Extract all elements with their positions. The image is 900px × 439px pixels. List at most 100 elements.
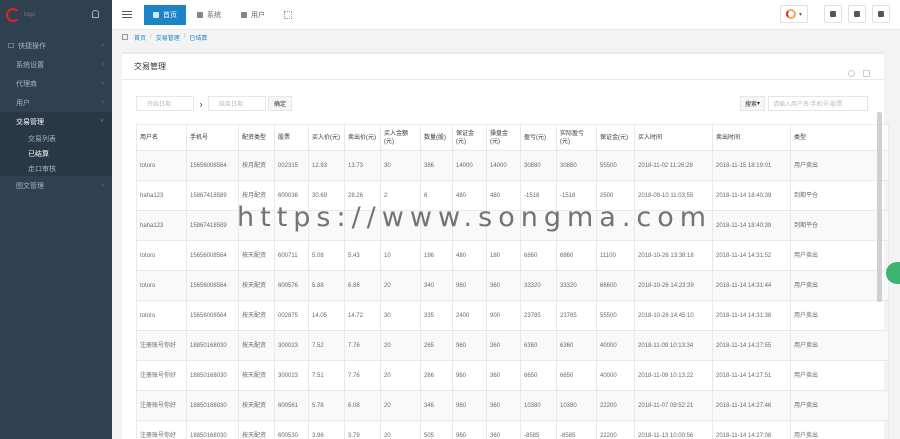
table-cell: 6360 [556, 330, 597, 361]
table-cell: 600711 [274, 240, 309, 271]
table-cell: 按天配资 [238, 360, 275, 391]
confirm-button[interactable]: 确定 [268, 96, 293, 111]
table-cell: 2018-11-15 18:19:01 [712, 150, 791, 181]
breadcrumb-trade[interactable]: 交易管理 [156, 33, 180, 42]
search-input[interactable]: 请输入用户名/手机号/股票 [768, 96, 868, 111]
table-cell: totoro [136, 270, 187, 301]
sidebar-subitem-review[interactable]: 走口审核 [0, 161, 112, 176]
avatar-icon [785, 9, 796, 19]
table-header-row: 用户名 手机号 配资类型 股票 买入价(元) 卖出价(元) 买入金额(元) 数量(股) 保证金(… [136, 124, 889, 151]
tab-user[interactable]: 用户 [232, 5, 274, 25]
table-cell: 600561 [274, 390, 309, 421]
date-filter: 开始日期 › 结束日期 确定 [136, 96, 293, 111]
column-header: 股票 [274, 124, 309, 151]
table-cell: 14000 [452, 150, 487, 181]
table-cell: 18850168030 [186, 360, 239, 391]
table-cell: 用户卖出 [790, 420, 889, 439]
table-cell: 002875 [274, 300, 309, 331]
table-cell: 2018-11-07 09:52:21 [634, 390, 713, 421]
trash-button[interactable] [824, 5, 842, 23]
gear-icon [197, 11, 203, 18]
table-cell: 用户卖出 [790, 270, 889, 301]
table-cell: totoro [136, 300, 187, 331]
top-right-actions: ▾ [780, 5, 890, 23]
table-row[interactable]: 注册账号你好 18850168030 按天配资 600561 5.78 6.08 20 346… [136, 390, 889, 421]
caret-down-icon: ▾ [756, 101, 760, 107]
table-cell: 2018-11-14 14:27:46 [712, 390, 791, 421]
sidebar-item-quick-ops[interactable]: 快捷操作 ‹ [0, 36, 112, 55]
table-cell: 33320 [556, 270, 597, 301]
table-row[interactable]: totoro 15656008564 按天配资 600711 5.08 5.43 10 196… [136, 240, 889, 271]
tab-system[interactable]: 系统 [188, 5, 230, 25]
sidebar-subitem-settled[interactable]: 已结算 [0, 146, 112, 161]
table-cell: 11100 [596, 240, 635, 271]
sidebar-nav: 快捷操作 ‹ 系统设置 ‹ 代理商 ‹ 用户 ‹ 交易管理 ˅ 交易列表 已结算 走口审核… [0, 36, 112, 195]
expand-icon[interactable] [863, 70, 870, 77]
table-cell: 30880 [556, 150, 597, 181]
table-cell: 265 [420, 330, 453, 361]
column-header: 卖出时间 [712, 124, 791, 151]
sidebar-item-content[interactable]: 图文管理 ‹ [0, 176, 112, 195]
mail-icon [878, 11, 884, 17]
table-cell: 55500 [596, 300, 635, 331]
table-row[interactable]: totoro 15656008564 按天配资 600576 5.88 6.86 20 340… [136, 270, 889, 301]
sidebar-item-users[interactable]: 用户 ‹ [0, 93, 112, 112]
column-header: 实际盈亏(元) [556, 124, 597, 151]
logo-text: logo [24, 12, 36, 18]
table-cell: 6.86 [344, 270, 381, 301]
table-cell: 20 [380, 330, 421, 361]
start-date-input[interactable]: 开始日期 [136, 96, 194, 111]
table-cell: 按天配资 [238, 420, 275, 439]
sidebar-item-trade[interactable]: 交易管理 ˅ [0, 112, 112, 131]
table-cell: 266 [420, 360, 453, 391]
sidebar-subitem-trade-list[interactable]: 交易列表 [0, 131, 112, 146]
mail-button[interactable] [872, 5, 890, 23]
user-menu-button[interactable]: ▾ [780, 5, 808, 23]
grid-icon[interactable] [284, 10, 292, 19]
table-cell: 2018-11-14 18:40:39 [712, 210, 791, 241]
table-cell: 340 [420, 270, 453, 301]
table-row[interactable]: 注册账号你好 18850168030 按天配资 300023 7.51 7.76 20 266… [136, 360, 889, 391]
search-type-select[interactable]: 搜索 ▾ [739, 96, 765, 111]
table-cell: 600576 [274, 270, 309, 301]
end-date-input[interactable]: 结束日期 [208, 96, 266, 111]
sidebar-item-system[interactable]: 系统设置 ‹ [0, 55, 112, 74]
table-cell: 22200 [596, 390, 635, 421]
tab-home[interactable]: 首页 [144, 4, 186, 25]
sidebar-item-agent[interactable]: 代理商 ‹ [0, 74, 112, 93]
sidebar-subitem-label: 交易列表 [28, 135, 56, 143]
table-row[interactable]: 注册账号你好 18850168030 按天配资 600530 3.96 3.79 20 505… [136, 420, 889, 439]
vertical-scrollbar[interactable] [877, 112, 882, 302]
column-header: 卖出价(元) [344, 124, 381, 151]
table-cell: 2018-11-14 14:27:08 [712, 420, 791, 439]
refresh-icon[interactable] [848, 70, 855, 77]
table-cell: 6860 [556, 240, 597, 271]
table-cell: 18850168030 [186, 330, 239, 361]
fullscreen-button[interactable] [848, 5, 866, 23]
table-cell: haha123 [136, 180, 187, 211]
menu-icon[interactable] [122, 9, 132, 20]
sidebar-item-label: 快捷操作 [18, 42, 46, 50]
table-cell: 14.05 [308, 300, 345, 331]
table-cell: 5.78 [308, 390, 345, 421]
table-cell: 960 [452, 390, 487, 421]
column-header: 买入价(元) [308, 124, 345, 151]
tab-label: 系统 [207, 11, 221, 19]
table-row[interactable]: totoro 15656008564 按天配资 002875 14.05 14.72 30 3… [136, 300, 889, 331]
table-cell: 10380 [520, 390, 557, 421]
notification-icon[interactable] [92, 10, 99, 18]
table-cell: 15656008564 [186, 270, 239, 301]
table-cell: 2018-11-13 10:00:56 [634, 420, 713, 439]
breadcrumb-home[interactable]: 首页 [134, 33, 146, 42]
sidebar-item-label: 代理商 [16, 80, 37, 88]
table-cell: 7.51 [308, 360, 345, 391]
column-header: 类型 [790, 124, 889, 151]
table-cell: 40000 [596, 330, 635, 361]
table-cell: 6650 [556, 360, 597, 391]
table-row[interactable]: 注册账号你好 18850168030 按天配资 300023 7.52 7.76 20 265… [136, 330, 889, 361]
table-cell: 按天配资 [238, 300, 275, 331]
chevron-right-icon: › [199, 98, 203, 109]
table-row[interactable]: totoro 15656008564 按月配资 002315 12.93 13.73 30 3… [136, 150, 889, 181]
table-cell: 6650 [520, 360, 557, 391]
logo-icon [6, 8, 20, 22]
